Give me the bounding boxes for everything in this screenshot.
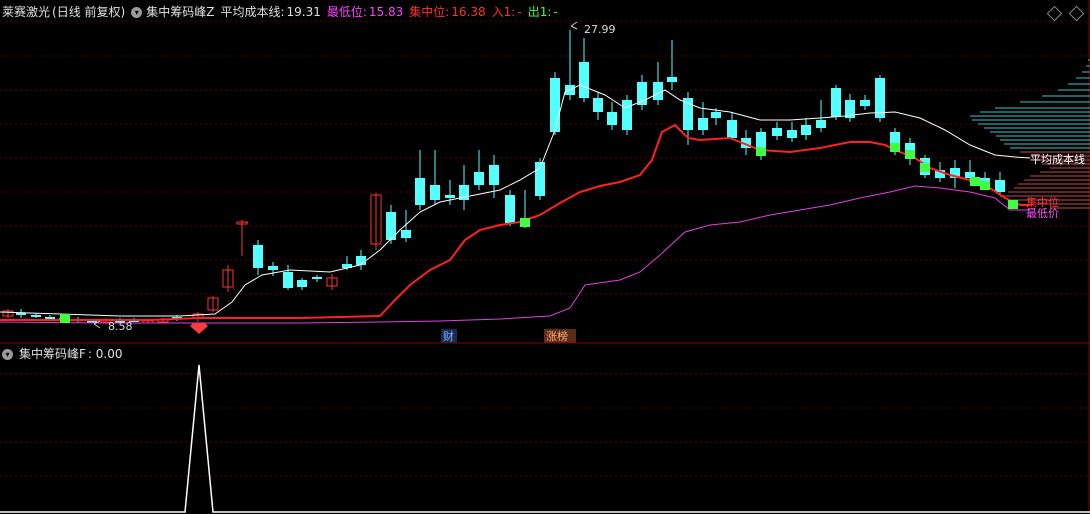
gem-signal-icon	[190, 323, 208, 334]
sub-indicator-name[interactable]: 集中筹码峰F	[19, 344, 86, 364]
avg-cost-label: 平均成本线:	[220, 5, 285, 19]
out-label: 出1:	[527, 5, 552, 19]
candle-body	[579, 62, 589, 98]
high-price-label: 27.99	[584, 23, 616, 36]
out-value: -	[553, 5, 558, 19]
indicator-toggle-icon[interactable]: ▾	[131, 6, 143, 18]
candle-body	[995, 180, 1005, 192]
high-arrow-icon	[570, 21, 578, 30]
green-signal-mark	[1008, 200, 1018, 209]
green-signal-mark	[905, 150, 915, 159]
candle-body	[607, 112, 617, 125]
candle-body	[698, 118, 708, 130]
avg-cost-value: 19.31	[286, 5, 321, 19]
green-signal-mark	[520, 218, 530, 227]
green-signal-mark	[970, 177, 980, 186]
center-label: 集中位:	[409, 5, 450, 19]
green-signal-mark	[756, 147, 766, 156]
candle-body	[415, 178, 425, 205]
low-price-label: 8.58	[108, 320, 133, 333]
center-line	[0, 123, 1030, 321]
candle-body	[550, 78, 560, 132]
candle-body	[593, 98, 603, 112]
green-signal-mark	[60, 314, 70, 323]
candlestick-series	[2, 30, 1005, 324]
candle-body	[297, 280, 307, 287]
chart-canvas[interactable]: 27.99 8.58 财 涨榜 平均成本线 集中位 最低价	[0, 0, 1090, 514]
sub-indicator-line	[0, 364, 1090, 513]
sub-indicator-toggle-icon[interactable]: ▾	[2, 348, 13, 360]
candle-body	[489, 165, 499, 185]
in-value: -	[517, 5, 522, 19]
candle-body	[312, 277, 322, 279]
candle-body	[622, 100, 632, 130]
candle-body	[268, 266, 278, 270]
stock-name[interactable]: 莱赛激光	[2, 2, 50, 22]
candle-body	[653, 82, 663, 100]
green-signal-mark	[890, 143, 900, 152]
candle-body	[727, 120, 737, 138]
candle-body	[505, 195, 515, 223]
candle-body	[45, 317, 55, 319]
candle-body	[801, 125, 811, 135]
candle-body	[667, 77, 677, 82]
candle-body	[860, 100, 870, 106]
main-header: 莱赛激光 (日线 前复权) ▾ 集中筹码峰Z 平均成本线: 19.31 最低位:…	[2, 2, 558, 22]
candle-body	[445, 195, 455, 198]
candle-body	[772, 128, 782, 136]
candle-body	[711, 112, 721, 118]
candle-body	[31, 315, 41, 317]
in-label: 入1:	[491, 5, 516, 19]
lowest-label: 最低位:	[326, 5, 367, 19]
candle-body	[430, 185, 440, 200]
center-value: 16.38	[451, 5, 486, 19]
candle-body	[253, 245, 263, 268]
marker-zhangbang[interactable]: 涨榜	[546, 329, 568, 343]
candle-body	[787, 130, 797, 138]
candle-body	[474, 172, 484, 185]
indicator-name[interactable]: 集中筹码峰Z	[146, 2, 214, 22]
avg-cost-line-label: 平均成本线	[1030, 152, 1085, 166]
grid-lines	[0, 0, 1090, 514]
lowest-line-label: 最低价	[1026, 207, 1059, 220]
candle-body	[816, 120, 826, 128]
candle-body	[401, 230, 411, 238]
green-signal-mark	[920, 163, 930, 172]
lowest-value: 15.83	[368, 5, 404, 19]
sub-header: ▾ 集中筹码峰F : 0.00	[2, 344, 122, 364]
period-label[interactable]: (日线 前复权)	[52, 2, 125, 22]
sub-indicator-value: : 0.00	[87, 347, 123, 361]
marker-cai[interactable]: 财	[443, 329, 454, 343]
green-signal-mark	[980, 181, 990, 190]
candle-body	[831, 88, 841, 117]
candle-body	[283, 272, 293, 288]
